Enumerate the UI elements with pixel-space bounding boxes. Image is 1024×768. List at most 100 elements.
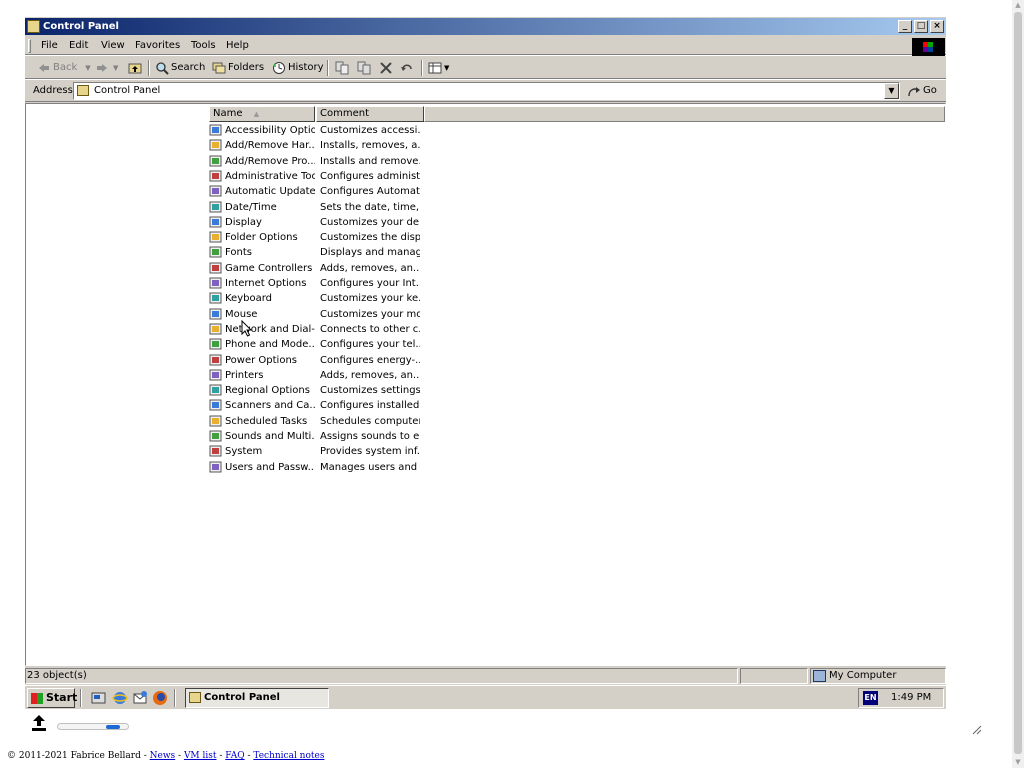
item-name: Power Options	[225, 354, 297, 366]
firefox-icon[interactable]	[152, 690, 168, 706]
technical-notes-link[interactable]: Technical notes	[253, 751, 324, 761]
page-scrollbar[interactable]: ▲ ▼	[1012, 0, 1024, 768]
forward-dropdown-icon[interactable]: ▼	[113, 60, 118, 76]
address-input[interactable]: Control Panel ▼	[73, 82, 900, 100]
sort-ascending-icon: ▲	[253, 110, 260, 118]
faq-link[interactable]: FAQ	[225, 751, 244, 761]
list-item[interactable]: Keyboard Customizes your ke...	[209, 291, 449, 306]
resize-handle-icon[interactable]	[970, 723, 982, 735]
clock[interactable]: 1:49 PM	[891, 689, 931, 707]
copy-to-button[interactable]	[357, 60, 371, 76]
scroll-up-icon[interactable]: ▲	[1014, 1, 1022, 9]
upload-progress-bar[interactable]	[57, 723, 129, 730]
list-item[interactable]: Add/Remove Har... Installs, removes, a...	[209, 138, 449, 153]
go-button[interactable]: Go	[907, 83, 937, 99]
file-list-view[interactable]: Name ▲ Comment Accessibility Options Cust…	[25, 103, 946, 666]
item-comment: Schedules computer...	[320, 415, 420, 427]
upload-icon[interactable]	[31, 714, 47, 732]
history-button[interactable]: History	[272, 60, 324, 76]
network-icon	[209, 322, 223, 336]
delete-button[interactable]	[379, 60, 393, 76]
back-button[interactable]: Back ▼	[37, 60, 91, 76]
system-icon	[209, 444, 223, 458]
windows-logo-icon	[912, 38, 945, 56]
list-item[interactable]: Scanners and Ca... Configures installed..…	[209, 398, 449, 413]
users-icon	[209, 460, 223, 474]
status-zone-label: My Computer	[829, 670, 897, 681]
language-indicator[interactable]: EN	[863, 691, 878, 705]
list-item[interactable]: Power Options Configures energy-...	[209, 353, 449, 368]
menu-help[interactable]: Help	[223, 39, 252, 53]
menu-view[interactable]: View	[98, 39, 128, 53]
internet-explorer-icon[interactable]	[112, 690, 128, 706]
list-item[interactable]: Automatic Updates Configures Automat...	[209, 184, 449, 199]
scroll-down-icon[interactable]: ▼	[1014, 758, 1022, 766]
maximize-button[interactable]: □	[914, 20, 928, 33]
move-to-button[interactable]	[335, 60, 349, 76]
item-comment: Customizes the disp...	[320, 232, 420, 244]
list-item[interactable]: Folder Options Customizes the disp...	[209, 230, 449, 245]
item-name: Mouse	[225, 308, 258, 320]
address-dropdown-button[interactable]: ▼	[884, 83, 899, 99]
list-item[interactable]: Internet Options Configures your Int...	[209, 276, 449, 291]
views-dropdown-icon[interactable]: ▼	[444, 60, 449, 76]
list-item[interactable]: Administrative Tools Configures administ.…	[209, 169, 449, 184]
list-item[interactable]: Scheduled Tasks Schedules computer...	[209, 414, 449, 429]
list-item[interactable]: Fonts Displays and manag...	[209, 245, 449, 260]
item-comment: Customizes your de...	[320, 216, 420, 228]
close-button[interactable]: ×	[930, 20, 944, 33]
list-item[interactable]: Add/Remove Pro... Installs and remove...	[209, 154, 449, 169]
list-item[interactable]: System Provides system inf...	[209, 444, 449, 459]
list-item[interactable]: Printers Adds, removes, an...	[209, 368, 449, 383]
start-button[interactable]: Start	[27, 688, 77, 708]
updates-icon	[209, 184, 223, 198]
admin-tools-icon	[209, 169, 223, 183]
item-comment: Provides system inf...	[320, 446, 420, 458]
back-dropdown-icon[interactable]: ▼	[85, 60, 90, 76]
column-header-name[interactable]: Name ▲	[209, 106, 315, 122]
list-item[interactable]: Display Customizes your de...	[209, 215, 449, 230]
address-label: Address	[33, 85, 73, 96]
undo-button[interactable]	[400, 60, 414, 76]
standard-toolbar: Back ▼ ▼ Search Folders History ▼	[25, 57, 946, 79]
folders-button[interactable]: Folders	[212, 60, 264, 76]
list-item[interactable]: Regional Options Customizes settings...	[209, 383, 449, 398]
item-comment: Customizes settings...	[320, 385, 420, 397]
up-folder-button[interactable]	[128, 60, 142, 76]
control-panel-window: Control Panel _ □ × File Edit View Favor…	[25, 17, 946, 687]
menubar-grip[interactable]	[28, 39, 31, 53]
status-bar: 23 object(s) My Computer	[25, 667, 946, 685]
title-bar[interactable]: Control Panel _ □ ×	[25, 18, 946, 35]
item-name: Phone and Mode...	[225, 339, 315, 351]
item-name: Network and Dial-...	[225, 323, 315, 335]
menu-favorites[interactable]: Favorites	[132, 39, 183, 53]
regional-icon	[209, 383, 223, 397]
item-comment: Installs and remove...	[320, 155, 420, 167]
menu-file[interactable]: File	[38, 39, 61, 53]
column-header-comment[interactable]: Comment	[316, 106, 424, 122]
list-item[interactable]: Sounds and Multi... Assigns sounds to e..…	[209, 429, 449, 444]
vm-list-link[interactable]: VM list	[184, 751, 217, 761]
list-item[interactable]: Accessibility Options Customizes accessi.…	[209, 123, 449, 138]
outlook-express-icon[interactable]	[132, 690, 148, 706]
search-button[interactable]: Search	[155, 60, 205, 76]
list-item[interactable]: Game Controllers Adds, removes, an...	[209, 261, 449, 276]
menu-tools[interactable]: Tools	[188, 39, 219, 53]
windows-flag-icon	[31, 693, 43, 704]
views-button[interactable]: ▼	[428, 60, 449, 76]
list-item[interactable]: Phone and Mode... Configures your tel...	[209, 337, 449, 352]
taskbar-separator	[80, 689, 82, 707]
news-link[interactable]: News	[150, 751, 176, 761]
list-item[interactable]: Users and Passw... Manages users and ...	[209, 460, 449, 475]
menu-edit[interactable]: Edit	[66, 39, 91, 53]
item-name: Users and Passw...	[225, 461, 315, 473]
list-item[interactable]: Date/Time Sets the date, time,...	[209, 200, 449, 215]
item-comment: Configures your tel...	[320, 339, 420, 351]
scrollbar-thumb[interactable]	[1014, 12, 1022, 754]
sounds-icon	[209, 429, 223, 443]
show-desktop-icon[interactable]	[91, 690, 107, 706]
taskbar-item-control-panel[interactable]: Control Panel	[185, 688, 329, 708]
item-name: Scheduled Tasks	[225, 415, 308, 427]
forward-button[interactable]: ▼	[95, 60, 118, 76]
minimize-button[interactable]: _	[898, 20, 912, 33]
